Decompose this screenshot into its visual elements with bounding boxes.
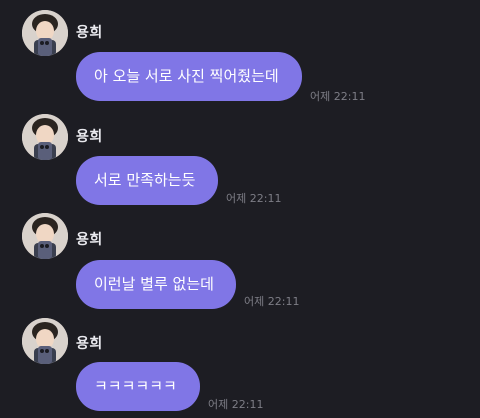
message-bubble[interactable]: ㅋㅋㅋㅋㅋㅋ	[76, 362, 200, 411]
message-time: 어제 22:11	[244, 295, 300, 308]
avatar[interactable]	[22, 318, 68, 364]
message-bubble[interactable]: 아 오늘 서로 사진 찍어줬는데	[76, 52, 302, 101]
chat-view: 용희 아 오늘 서로 사진 찍어줬는데 어제 22:11 용희 서로 만족하는듯…	[0, 0, 480, 418]
avatar[interactable]	[22, 213, 68, 259]
message-time: 어제 22:11	[208, 398, 264, 411]
sender-name: 용희	[76, 129, 103, 145]
profile-photo-icon	[22, 318, 68, 364]
message-bubble[interactable]: 서로 만족하는듯	[76, 156, 218, 205]
sender-name: 용희	[76, 336, 103, 352]
message-time: 어제 22:11	[226, 192, 282, 205]
profile-photo-icon	[22, 114, 68, 160]
sender-name: 용희	[76, 25, 103, 41]
message-bubble[interactable]: 이런날 별루 없는데	[76, 260, 236, 309]
message-time: 어제 22:11	[310, 90, 366, 103]
profile-photo-icon	[22, 213, 68, 259]
sender-name: 용희	[76, 232, 103, 248]
avatar[interactable]	[22, 10, 68, 56]
profile-photo-icon	[22, 10, 68, 56]
avatar[interactable]	[22, 114, 68, 160]
